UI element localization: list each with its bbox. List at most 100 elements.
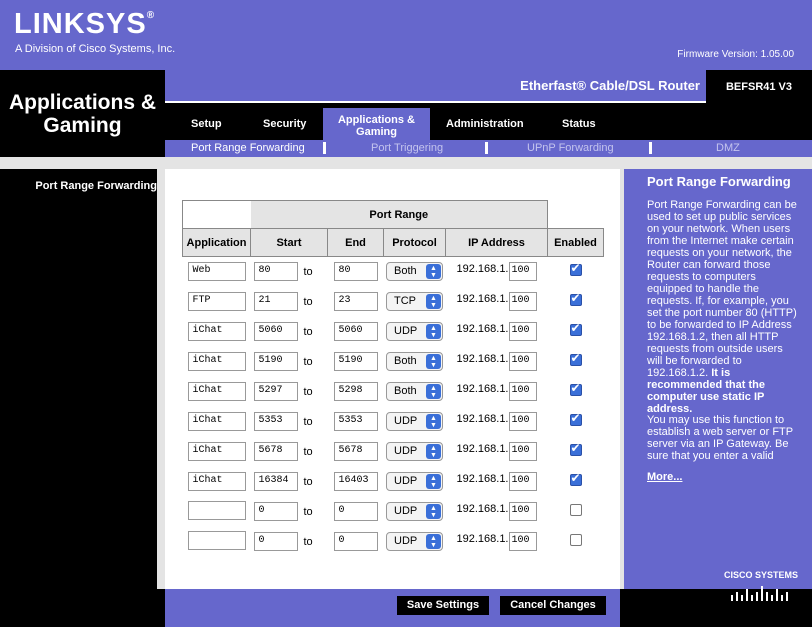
protocol-select[interactable]: UDP ▲ ▼ [386,532,443,551]
start-port-input[interactable]: 0 [253,502,298,521]
protocol-value: UDP [394,475,418,487]
protocol-select[interactable]: UDP ▲ ▼ [386,472,443,491]
enabled-checkbox[interactable] [569,441,582,456]
start-port-input[interactable]: 5353 [253,412,298,431]
application-input[interactable] [187,530,246,550]
ip-last-octet-input[interactable]: 100 [508,502,537,521]
tab-security[interactable]: Security [263,118,306,130]
tab-administration[interactable]: Administration [446,118,524,130]
protocol-select[interactable]: Both ▲ ▼ [386,352,443,371]
ip-last-octet-input[interactable]: 100 [508,262,537,282]
end-port-input[interactable]: 0 [333,532,378,551]
col-protocol: Protocol [383,228,446,257]
to-cell: to [304,347,328,377]
to-cell: to [304,257,328,287]
tab-setup[interactable]: Setup [191,118,222,130]
to-label: to [303,445,313,458]
ip-last-octet-input[interactable]: 100 [508,322,537,341]
ip-last-octet-input[interactable]: 100 [508,412,537,431]
end-port-input[interactable]: 5298 [333,382,378,401]
application-input[interactable]: FTP [187,292,246,311]
col-application: Application [182,228,251,257]
application-input[interactable] [187,500,246,520]
application-input[interactable]: iChat [187,472,246,491]
protocol-select[interactable]: TCP ▲ ▼ [386,292,443,311]
app-cell: iChat [183,467,251,497]
ip-last-octet-input[interactable]: 100 [508,532,537,551]
protocol-select[interactable]: Both ▲ ▼ [386,262,443,282]
to-label: to [303,385,313,398]
app-cell [183,497,251,527]
port-range-table: Port Range Application Start End Protoco… [182,200,604,557]
enabled-checkbox[interactable] [569,321,582,336]
enabled-cell [548,317,604,347]
start-port-input[interactable]: 21 [253,292,298,311]
ip-last-octet-input[interactable]: 100 [508,382,537,401]
ip-cell: 192.168.1. 100 [446,287,548,317]
protocol-cell: Both ▲ ▼ [384,347,446,377]
enabled-checkbox[interactable] [569,291,582,306]
subtab-port-range-forwarding[interactable]: Port Range Forwarding [191,142,305,154]
start-cell: 21 [251,287,304,317]
col-end: End [327,228,384,257]
more-link[interactable]: More... [647,471,682,483]
tab-applications-gaming[interactable]: Applications & Gaming [323,108,430,140]
application-input[interactable]: iChat [187,412,246,431]
start-port-input[interactable]: 0 [253,532,298,551]
nav-strip [157,169,165,589]
end-port-input[interactable]: 5678 [333,442,378,461]
subtab-upnp-forwarding[interactable]: UPnP Forwarding [527,142,614,154]
enabled-checkbox[interactable] [569,261,582,277]
table-row: iChat 5353 to 5353 UDP ▲ ▼ 192.168.1. 100 [183,407,604,437]
start-port-input[interactable]: 5060 [253,322,298,341]
start-port-input[interactable]: 5297 [253,382,298,401]
col-enabled: Enabled [547,228,604,257]
ip-last-octet-input[interactable]: 100 [508,292,537,311]
end-port-input[interactable]: 5190 [333,352,378,371]
protocol-select[interactable]: UDP ▲ ▼ [386,412,443,431]
enabled-checkbox[interactable] [569,534,582,546]
start-cell: 5353 [251,407,304,437]
protocol-select[interactable]: Both ▲ ▼ [386,382,443,401]
end-port-input[interactable]: 0 [333,502,378,521]
enabled-checkbox[interactable] [569,411,582,426]
port-range-header: Port Range [250,200,548,229]
subtab-port-triggering[interactable]: Port Triggering [371,142,443,154]
to-label: to [303,355,313,368]
protocol-value: UDP [394,415,418,427]
app-cell: iChat [183,347,251,377]
start-port-input[interactable]: 16384 [253,472,298,491]
to-label: to [303,295,313,308]
tab-status[interactable]: Status [562,118,596,130]
end-port-input[interactable]: 23 [333,292,378,311]
end-port-input[interactable]: 16403 [333,472,378,491]
enabled-checkbox[interactable] [569,471,582,486]
application-input[interactable]: iChat [187,382,246,401]
cancel-changes-button[interactable]: Cancel Changes [500,596,606,615]
ip-last-octet-input[interactable]: 100 [508,352,537,371]
enabled-cell [548,347,604,377]
protocol-select[interactable]: UDP ▲ ▼ [386,322,443,341]
subtab-dmz[interactable]: DMZ [716,142,740,154]
app-cell: iChat [183,317,251,347]
end-port-input[interactable]: 80 [333,262,378,282]
ip-last-octet-input[interactable]: 100 [508,442,537,461]
start-cell: 80 [251,257,304,287]
end-port-input[interactable]: 5060 [333,322,378,341]
application-input[interactable]: Web [187,262,246,282]
protocol-select[interactable]: UDP ▲ ▼ [386,442,443,461]
application-input[interactable]: iChat [187,352,246,371]
save-settings-button[interactable]: Save Settings [397,596,489,615]
end-cell: 5298 [328,377,384,407]
protocol-select[interactable]: UDP ▲ ▼ [386,502,443,521]
start-port-input[interactable]: 80 [253,262,298,282]
enabled-checkbox[interactable] [569,351,582,366]
enabled-checkbox[interactable] [569,381,582,396]
ip-last-octet-input[interactable]: 100 [508,472,537,491]
start-port-input[interactable]: 5190 [253,352,298,371]
application-input[interactable]: iChat [187,442,246,461]
enabled-checkbox[interactable] [569,504,582,516]
start-port-input[interactable]: 5678 [253,442,298,461]
end-port-input[interactable]: 5353 [333,412,378,431]
application-input[interactable]: iChat [187,322,246,341]
